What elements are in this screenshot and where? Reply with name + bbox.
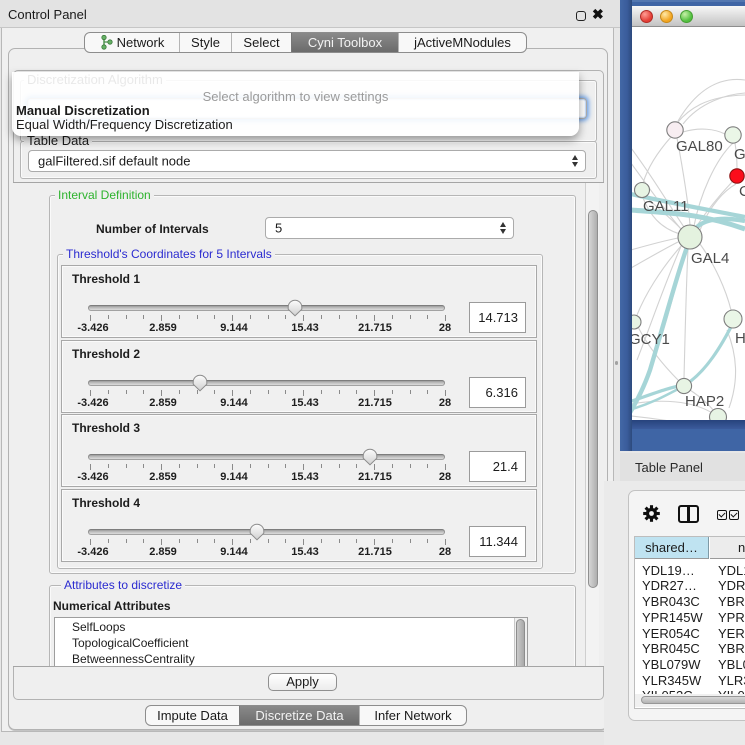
svg-text:H: H [735, 330, 745, 347]
svg-text:C: C [739, 183, 745, 200]
svg-text:GCY1: GCY1 [632, 331, 670, 348]
svg-text:HAP2: HAP2 [685, 393, 724, 410]
svg-text:GAL11: GAL11 [643, 198, 689, 215]
svg-text:GAL4: GAL4 [691, 250, 729, 267]
svg-text:GAL80: GAL80 [676, 138, 723, 155]
svg-text:GA: GA [734, 146, 745, 163]
